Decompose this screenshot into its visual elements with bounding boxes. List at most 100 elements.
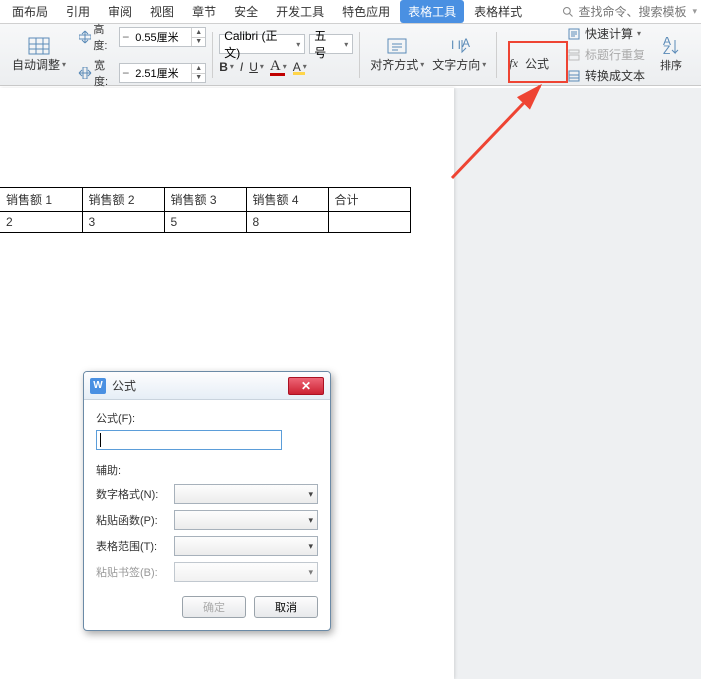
- convert-to-text-button[interactable]: 转换成文本: [563, 66, 649, 85]
- quick-calc-label: 快速计算: [585, 25, 633, 42]
- dialog-title: 公式: [112, 377, 282, 394]
- table-cell[interactable]: 3: [82, 212, 164, 233]
- font-name-combo[interactable]: Calibri (正文)▾: [219, 34, 305, 54]
- font-size-value: 五号: [314, 27, 338, 61]
- width-label: 宽度:: [94, 57, 117, 89]
- cancel-button[interactable]: 取消: [254, 596, 318, 618]
- chevron-down-icon: ▾: [308, 515, 313, 526]
- table-header-cell[interactable]: 销售额 2: [82, 188, 164, 212]
- chevron-down-icon: ▾: [296, 40, 300, 49]
- cell-align-button[interactable]: 对齐方式▾: [366, 34, 428, 75]
- separator: [496, 32, 497, 78]
- table-to-text-icon: [567, 69, 581, 83]
- svg-text:I I: I I: [451, 38, 461, 52]
- auto-adjust-button[interactable]: 自动调整▾: [8, 34, 70, 75]
- group-data: 快速计算▾ 标题行重复 转换成文本 AZ 排序: [559, 28, 697, 82]
- num-format-label: 数字格式(N):: [96, 486, 170, 502]
- highlight-color-button[interactable]: A▾: [293, 60, 307, 74]
- row-height-input[interactable]: − ▲▼: [119, 27, 206, 47]
- dialog-titlebar[interactable]: W 公式 ✕: [84, 372, 330, 400]
- sales-table[interactable]: 销售额 1 销售额 2 销售额 3 销售额 4 合计 2 3 5 8: [0, 187, 411, 233]
- text-direction-button[interactable]: I IA 文字方向▾: [428, 34, 490, 75]
- table-range-label: 表格范围(T):: [96, 538, 170, 554]
- paste-func-select[interactable]: ▾: [174, 510, 318, 530]
- table-cell[interactable]: 8: [246, 212, 328, 233]
- table-grid-icon: [27, 36, 51, 56]
- table-header-cell[interactable]: 销售额 4: [246, 188, 328, 212]
- paste-bookmark-label: 粘贴书签(B):: [96, 564, 170, 580]
- height-value[interactable]: [131, 31, 191, 43]
- paste-func-label: 粘贴函数(P):: [96, 512, 170, 528]
- chevron-down-icon: ▾: [308, 541, 313, 552]
- document-canvas: 销售额 1 销售额 2 销售额 3 销售额 4 合计 2 3 5 8 W 公式 …: [0, 88, 701, 679]
- row-height-icon: [78, 30, 91, 44]
- table-cell[interactable]: 5: [164, 212, 246, 233]
- italic-button[interactable]: I: [240, 60, 243, 74]
- text-direction-icon: I IA: [447, 36, 471, 56]
- group-align: 对齐方式▾ I IA 文字方向▾: [362, 28, 494, 82]
- app-icon: W: [90, 378, 106, 394]
- auto-adjust-label: 自动调整: [12, 56, 60, 73]
- quick-calc-button[interactable]: 快速计算▾: [563, 24, 649, 43]
- group-dimensions: 高度: − ▲▼ 宽度: − ▲▼: [74, 28, 210, 82]
- formula-input[interactable]: [96, 430, 282, 450]
- chevron-down-icon: ▾: [308, 567, 313, 578]
- formula-dialog: W 公式 ✕ 公式(F): 辅助: 数字格式(N): ▾ 粘贴函数(P): ▾ …: [83, 371, 331, 631]
- table-cell[interactable]: [328, 212, 410, 233]
- width-spin-down[interactable]: ▼: [191, 73, 205, 82]
- width-value[interactable]: [131, 67, 191, 79]
- underline-button[interactable]: U▾: [249, 60, 264, 74]
- font-size-combo[interactable]: 五号▾: [309, 34, 353, 54]
- height-spin-up[interactable]: ▲: [191, 28, 205, 37]
- separator: [359, 32, 360, 78]
- menu-devtools[interactable]: 开发工具: [268, 0, 332, 23]
- close-icon: ✕: [301, 379, 311, 393]
- separator: [212, 32, 213, 78]
- width-spin-up[interactable]: ▲: [191, 64, 205, 73]
- menu-layout[interactable]: 面布局: [4, 0, 56, 23]
- height-spin-down[interactable]: ▼: [191, 37, 205, 46]
- font-name-value: Calibri (正文): [224, 27, 290, 61]
- chevron-down-icon: ▾: [344, 40, 348, 49]
- table-row: 销售额 1 销售额 2 销售额 3 销售额 4 合计: [0, 188, 410, 212]
- group-font: Calibri (正文)▾ 五号▾ B▾ I U▾ A▾ A▾: [215, 28, 357, 82]
- table-row: 2 3 5 8: [0, 212, 410, 233]
- group-auto-adjust: 自动调整▾: [4, 28, 74, 82]
- text-direction-label: 文字方向: [432, 56, 480, 73]
- align-cell-icon: [385, 36, 409, 56]
- menu-security[interactable]: 安全: [226, 0, 266, 23]
- table-header-cell[interactable]: 合计: [328, 188, 410, 212]
- col-width-icon: [78, 66, 92, 80]
- chevron-down-icon: ▾: [308, 489, 313, 500]
- bold-button[interactable]: B▾: [219, 60, 234, 74]
- table-cell[interactable]: 2: [0, 212, 82, 233]
- svg-text:A: A: [462, 37, 470, 50]
- font-color-button[interactable]: A▾: [270, 58, 287, 75]
- command-search[interactable]: 查找命令、搜索模板 ▾: [562, 3, 697, 20]
- search-placeholder: 查找命令、搜索模板: [578, 3, 686, 20]
- height-label: 高度:: [93, 21, 117, 53]
- ok-button[interactable]: 确定: [182, 596, 246, 618]
- col-width-input[interactable]: − ▲▼: [119, 63, 206, 83]
- repeat-header-icon: [567, 48, 581, 62]
- sigma-icon: [567, 27, 581, 41]
- close-button[interactable]: ✕: [288, 377, 324, 395]
- menu-table-style[interactable]: 表格样式: [466, 0, 530, 23]
- sort-button[interactable]: AZ 排序: [649, 35, 693, 75]
- table-range-select[interactable]: ▾: [174, 536, 318, 556]
- title-row-repeat-button[interactable]: 标题行重复: [563, 45, 649, 64]
- align-label: 对齐方式: [370, 56, 418, 73]
- sort-icon: AZ: [659, 37, 683, 57]
- ribbon: 自动调整▾ 高度: − ▲▼ 宽度: − ▲▼ Calibri (正文)▾: [0, 24, 701, 86]
- num-format-select[interactable]: ▾: [174, 484, 318, 504]
- table-header-cell[interactable]: 销售额 1: [0, 188, 82, 212]
- formula-field-label: 公式(F):: [96, 410, 318, 426]
- title-row-repeat-label: 标题行重复: [585, 46, 645, 63]
- search-icon: [562, 6, 574, 18]
- table-header-cell[interactable]: 销售额 3: [164, 188, 246, 212]
- paste-bookmark-select: ▾: [174, 562, 318, 582]
- chevron-down-icon: ▾: [692, 6, 697, 17]
- menu-special[interactable]: 特色应用: [334, 0, 398, 23]
- svg-text:Z: Z: [663, 43, 670, 57]
- menu-table-tools[interactable]: 表格工具: [400, 0, 464, 23]
